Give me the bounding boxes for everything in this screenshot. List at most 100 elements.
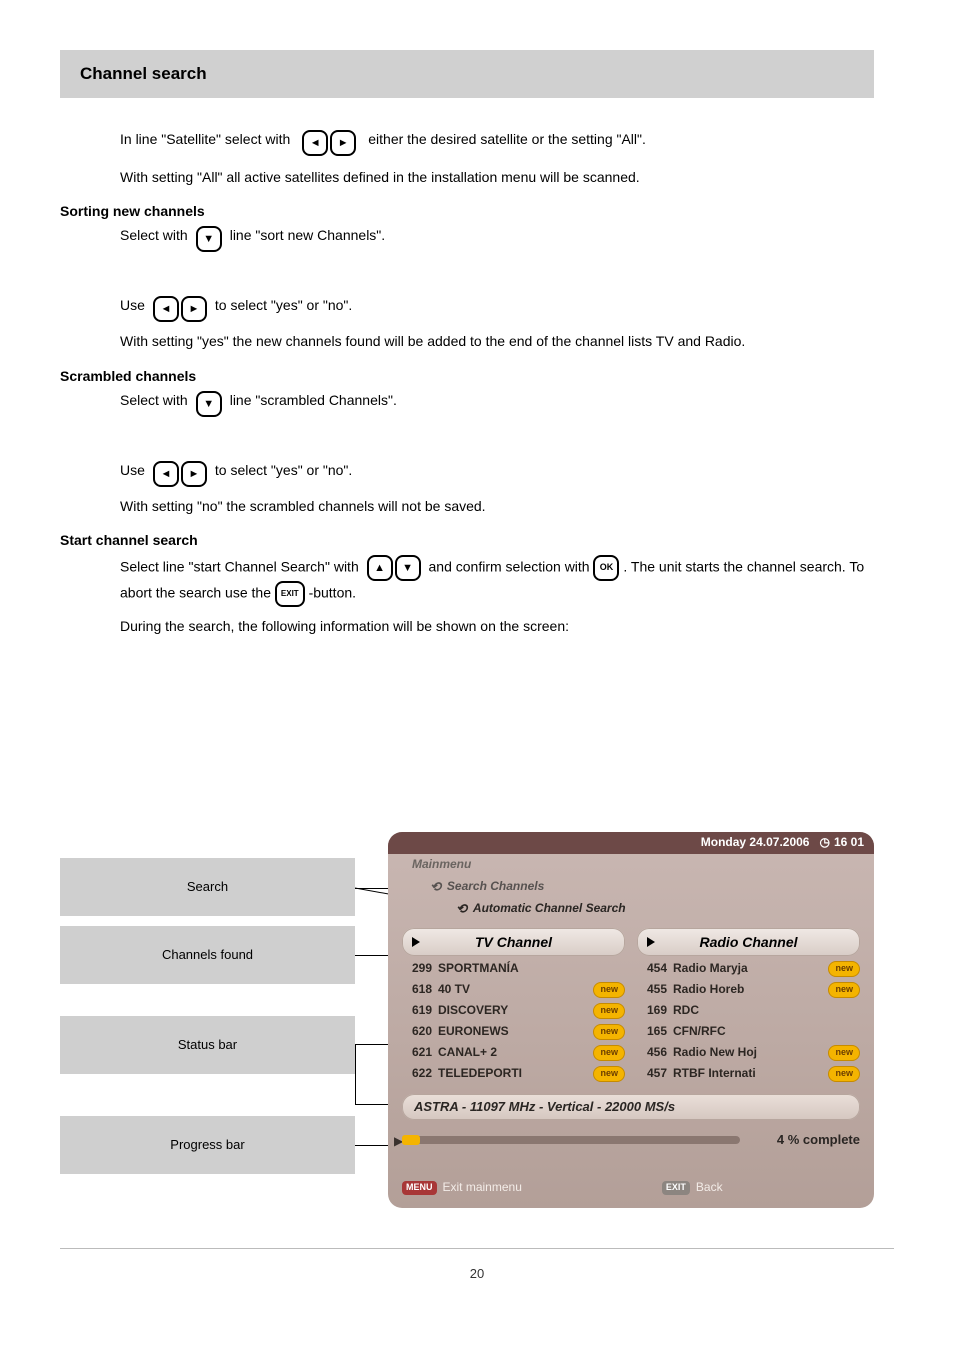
new-badge: new: [828, 982, 860, 998]
start-p1d: -button.: [309, 585, 356, 601]
channel-number: 165: [637, 1024, 667, 1040]
scr-l2b: to select "yes" or "no".: [215, 461, 352, 479]
tab-tv-channel[interactable]: TV Channel: [402, 928, 625, 956]
channel-number: 619: [402, 1003, 432, 1019]
new-badge: new: [828, 1045, 860, 1061]
menu-pill-icon: MENU: [402, 1181, 437, 1195]
crumb-2: Search Channels: [447, 879, 544, 895]
radio-channel-list: 454Radio Maryjanew455Radio Horebnew169RD…: [637, 960, 860, 1088]
start-p1a: Select line "start Channel Search" with: [120, 559, 359, 575]
section-header-text: Channel search: [80, 63, 207, 85]
osd-screenshot: Monday 24.07.2006 ◷ 16 01 Mainmenu ⟲ Sear…: [388, 832, 874, 1208]
channel-number: 620: [402, 1024, 432, 1040]
osd-status-bar: ASTRA - 11097 MHz - Vertical - 22000 MS/…: [402, 1094, 860, 1120]
new-badge: new: [593, 1003, 625, 1019]
channel-number: 618: [402, 982, 432, 998]
left-arrow-key-icon: ◄: [153, 461, 179, 487]
scr-note: With setting "no" the scrambled channels…: [120, 497, 874, 515]
footer-exit-hint: EXIT Back: [662, 1180, 723, 1196]
down-arrow-key-icon: ▼: [196, 391, 222, 417]
channel-row[interactable]: 456 Radio New Hoj new: [637, 1044, 860, 1062]
breadcrumb-arrow-icon: ⟲: [456, 901, 467, 918]
channel-row[interactable]: 619 DISCOVERY new: [402, 1002, 625, 1020]
channel-row[interactable]: 457RTBF Internatinew: [637, 1065, 860, 1083]
start-p2: During the search, the following informa…: [120, 617, 874, 635]
channel-row[interactable]: 622TELEDEPORTInew: [402, 1065, 625, 1083]
channel-name: EURONEWS: [438, 1024, 587, 1040]
start-block: Select line "start Channel Search" with …: [120, 555, 874, 635]
left-arrow-key-icon: ◄: [302, 130, 328, 156]
osd-breadcrumb: Mainmenu ⟲Search Channels ⟲Automatic Cha…: [406, 854, 626, 920]
channel-name: TELEDEPORTI: [438, 1066, 587, 1082]
leader-line: [355, 1044, 356, 1104]
tab-radio-label: Radio Channel: [699, 933, 797, 951]
osd-topbar: Monday 24.07.2006 ◷ 16 01: [388, 832, 874, 854]
sort-l1a: Select with: [120, 226, 188, 244]
osd-date: Monday 24.07.2006: [701, 835, 810, 851]
down-arrow-key-icon: ▼: [196, 226, 222, 252]
page-number: 20: [0, 1266, 954, 1283]
footer-rule: [60, 1248, 894, 1249]
scr-l1b: line "scrambled Channels".: [230, 391, 397, 409]
intro-p1b: either the desired satellite or the sett…: [368, 130, 646, 148]
callout-progress-bar: Progress bar: [60, 1116, 355, 1174]
osd-tabs: TV Channel Radio Channel: [402, 928, 860, 956]
callout-status-bar: Status bar: [60, 1016, 355, 1074]
channel-number: 457: [637, 1066, 667, 1082]
channel-name: Radio Horeb: [673, 982, 822, 998]
ok-key-icon: OK: [593, 555, 619, 581]
channel-name: Radio New Hoj: [673, 1045, 822, 1061]
channel-name: RDC: [673, 1003, 860, 1019]
channel-number: 456: [637, 1045, 667, 1061]
right-arrow-key-icon: ►: [330, 130, 356, 156]
sort-l2a: Use: [120, 296, 145, 314]
osd-status-text: ASTRA - 11097 MHz - Vertical - 22000 MS/…: [414, 1099, 675, 1116]
channel-row[interactable]: 61840 TVnew: [402, 981, 625, 999]
body: In line "Satellite" select with ◄ ► eith…: [60, 130, 874, 643]
callout-search-label: Search: [187, 879, 228, 896]
osd-lists: 299SPORTMANÍA61840 TVnew619DISCOVERYnew6…: [402, 960, 860, 1088]
scr-l1a: Select with: [120, 391, 188, 409]
section-header: Channel search: [60, 50, 874, 98]
channel-row[interactable]: 299 SPORTMANÍA: [402, 960, 625, 978]
callout-channels-found-label: Channels found: [162, 947, 253, 964]
exit-key-icon: EXIT: [275, 581, 305, 607]
tv-channel-list: 299SPORTMANÍA61840 TVnew619DISCOVERYnew6…: [402, 960, 625, 1088]
channel-name: DISCOVERY: [438, 1003, 587, 1019]
start-p1b: and confirm selection with: [429, 559, 590, 575]
callout-search: Search: [60, 858, 355, 916]
channel-number: 622: [402, 1066, 432, 1082]
channel-name: SPORTMANÍA: [438, 961, 625, 977]
channel-number: 454: [637, 961, 667, 977]
footer-exit-label: Back: [696, 1180, 723, 1196]
channel-row[interactable]: 169RDC: [637, 1002, 860, 1020]
new-badge: new: [828, 1066, 860, 1082]
channel-number: 299: [402, 961, 432, 977]
tab-arrow-icon: [412, 937, 420, 947]
scrambled-title: Scrambled channels: [60, 367, 874, 385]
sort-l1b: line "sort new Channels".: [230, 226, 385, 244]
channel-row[interactable]: 620 EURONEWS new: [402, 1023, 625, 1041]
channel-row[interactable]: 454Radio Maryjanew: [637, 960, 860, 978]
channel-name: 40 TV: [438, 982, 587, 998]
new-badge: new: [828, 961, 860, 977]
osd-progress: ▶ 4 % complete: [402, 1132, 860, 1150]
channel-name: CFN/RFC: [673, 1024, 860, 1040]
channel-row[interactable]: 621CANAL+ 2new: [402, 1044, 625, 1062]
tab-radio-channel[interactable]: Radio Channel: [637, 928, 860, 956]
osd-time: 16 01: [834, 835, 864, 851]
new-badge: new: [593, 1024, 625, 1040]
scr-l2a: Use: [120, 461, 145, 479]
footer-menu-hint: MENU Exit mainmenu: [402, 1180, 522, 1196]
down-arrow-key-icon: ▼: [395, 555, 421, 581]
channel-name: CANAL+ 2: [438, 1045, 587, 1061]
channel-row[interactable]: 455Radio Horebnew: [637, 981, 860, 999]
crumb-1: Mainmenu: [412, 857, 471, 873]
sort-note: With setting "yes" the new channels foun…: [120, 332, 874, 350]
left-arrow-key-icon: ◄: [153, 296, 179, 322]
footer-menu-label: Exit mainmenu: [443, 1180, 522, 1196]
breadcrumb-arrow-icon: ⟲: [430, 879, 441, 896]
callout-channels-found: Channels found: [60, 926, 355, 984]
right-arrow-key-icon: ►: [181, 296, 207, 322]
channel-row[interactable]: 165 CFN/RFC: [637, 1023, 860, 1041]
